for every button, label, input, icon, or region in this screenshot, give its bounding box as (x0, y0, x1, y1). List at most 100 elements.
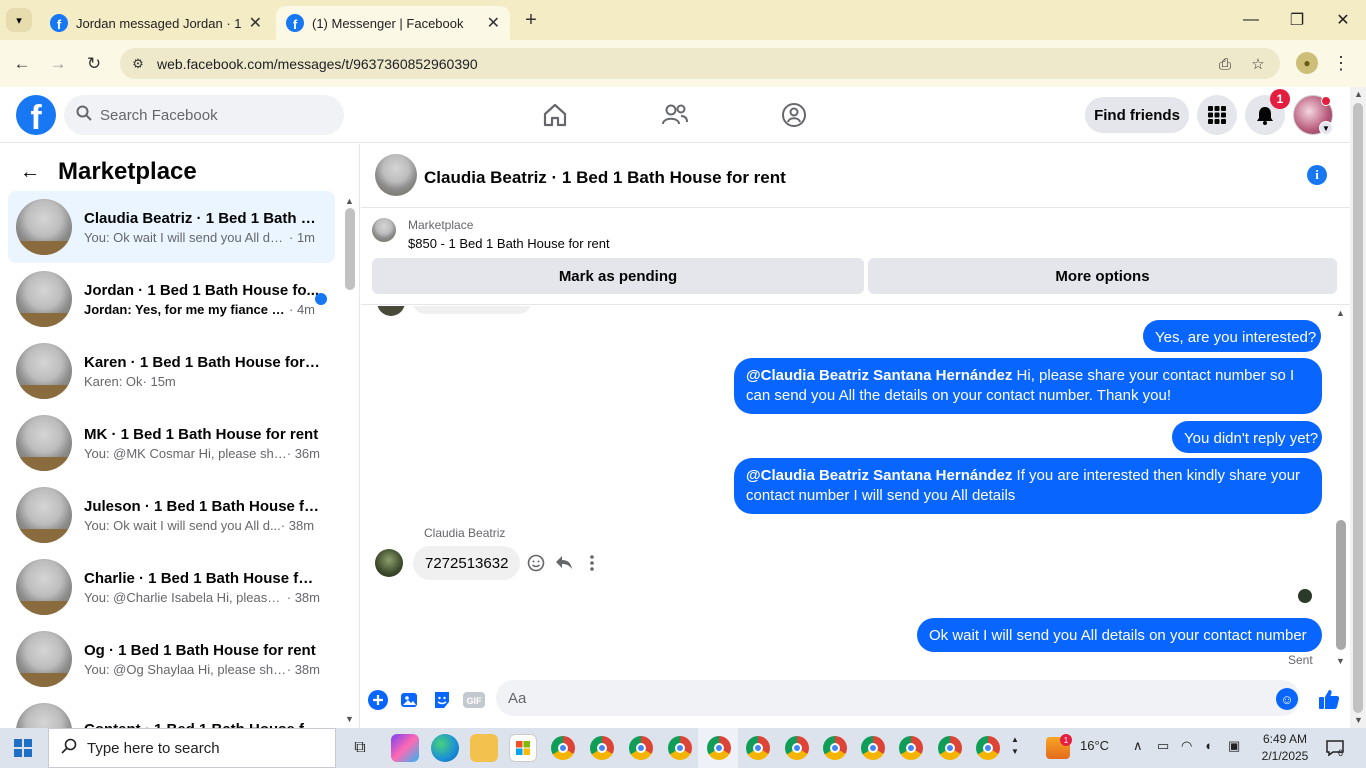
listing-price-title[interactable]: $850 - 1 Bed 1 Bath House for rent (408, 236, 610, 251)
site-info-icon[interactable]: ⚙ (128, 54, 148, 74)
conversation-item[interactable]: Juleson · 1 Bed 1 Bath House for... You: … (8, 479, 335, 551)
thumbs-up-icon[interactable] (1316, 686, 1342, 712)
outgoing-message[interactable]: @Claudia Beatriz Santana Hernández Hi, p… (734, 358, 1322, 414)
scroll-down-icon[interactable]: ▼ (1354, 715, 1363, 725)
info-icon[interactable]: i (1307, 165, 1327, 185)
browser-tab-messenger[interactable]: f (1) Messenger | Facebook ✕ (276, 6, 510, 40)
conversation-item[interactable]: Og · 1 Bed 1 Bath House for rent You: @Og… (8, 623, 335, 695)
groups-icon[interactable] (776, 97, 812, 133)
notification-center-icon[interactable]: 6 (1324, 737, 1346, 759)
outgoing-message[interactable]: You didn't reply yet? (1172, 421, 1322, 453)
scroll-down-icon[interactable]: ▼ (345, 714, 354, 724)
facebook-search[interactable] (64, 95, 344, 135)
scroll-down-icon[interactable]: ▼ (1336, 656, 1345, 666)
minimize-icon[interactable]: — (1236, 8, 1266, 32)
close-window-icon[interactable]: ✕ (1328, 8, 1358, 32)
chrome-icon[interactable] (938, 736, 962, 760)
chrome-icon[interactable] (551, 736, 575, 760)
react-emoji-icon[interactable] (524, 551, 548, 575)
chrome-icon[interactable] (861, 736, 885, 760)
display-icon[interactable]: ▣ (1228, 738, 1240, 754)
tab-search-button[interactable]: ▾ (6, 8, 32, 32)
sender-avatar[interactable] (375, 549, 403, 577)
message-input[interactable] (496, 680, 1300, 716)
scrollbar-thumb[interactable] (1353, 103, 1363, 713)
scroll-up-icon[interactable]: ▲ (1336, 308, 1345, 318)
scroll-up-icon[interactable]: ▲ (345, 196, 354, 206)
temperature[interactable]: 16°C (1080, 738, 1109, 753)
more-actions-icon[interactable] (580, 551, 604, 575)
chrome-icon[interactable] (899, 736, 923, 760)
conversation-item[interactable]: Jordan · 1 Bed 1 Bath House fo... Jordan:… (8, 263, 335, 335)
sidebar-scrollbar[interactable]: ▲ ▼ (343, 194, 359, 728)
scrollbar-thumb[interactable] (1336, 520, 1346, 650)
menu-grid-icon[interactable] (1197, 95, 1237, 135)
more-options-button[interactable]: More options (868, 258, 1337, 294)
show-hidden-icons-icon[interactable]: ∧ (1133, 738, 1143, 754)
chat-scrollbar[interactable]: ▲ ▼ (1333, 306, 1349, 671)
chat-title[interactable]: Claudia Beatriz · 1 Bed 1 Bath House for… (424, 168, 786, 188)
chrome-icon[interactable] (823, 736, 847, 760)
find-friends-button[interactable]: Find friends (1085, 97, 1189, 133)
browser-menu-icon[interactable]: ⋮ (1332, 51, 1350, 75)
photo-icon[interactable] (398, 688, 422, 712)
install-app-icon[interactable]: ⎙ (1214, 53, 1236, 75)
conversation-item[interactable]: Claudia Beatriz · 1 Bed 1 Bath H... You: … (8, 191, 335, 263)
chrome-icon[interactable] (976, 736, 1000, 760)
sticker-icon[interactable] (430, 688, 454, 712)
taskbar-overflow-icon[interactable]: ▲ ▼ (1011, 734, 1019, 758)
file-explorer-icon[interactable] (470, 734, 498, 762)
chrome-icon[interactable] (707, 736, 731, 760)
friends-icon[interactable] (657, 97, 693, 133)
conversation-item[interactable]: Karen · 1 Bed 1 Bath House for r... Karen… (8, 335, 335, 407)
page-scrollbar[interactable]: ▲ ▼ (1350, 87, 1366, 728)
close-tab-icon[interactable]: ✕ (487, 13, 500, 33)
address-bar[interactable]: ⚙ web.facebook.com/messages/t/9637360852… (120, 48, 1280, 79)
chrome-icon[interactable] (746, 736, 770, 760)
reply-icon[interactable] (552, 551, 576, 575)
microsoft-store-icon[interactable] (509, 734, 537, 762)
outgoing-message[interactable]: @Claudia Beatriz Santana Hernández If yo… (734, 458, 1322, 514)
chevron-down-icon[interactable]: ▼ (1319, 121, 1333, 135)
task-view-icon[interactable]: ⧉ (346, 734, 374, 762)
mention[interactable]: @Claudia Beatriz Santana Hernández (746, 467, 1012, 484)
chat-avatar[interactable] (375, 154, 417, 196)
taskbar-search[interactable]: Type here to search (48, 728, 336, 768)
chrome-icon[interactable] (785, 736, 809, 760)
back-icon[interactable]: ← (10, 52, 34, 76)
bookmark-star-icon[interactable]: ☆ (1247, 53, 1269, 75)
browser-profile-icon[interactable]: ● (1296, 52, 1318, 74)
scrollbar-thumb[interactable] (345, 208, 355, 290)
facebook-logo[interactable]: f (16, 95, 56, 135)
chrome-icon[interactable] (590, 736, 614, 760)
conversation-item[interactable]: MK · 1 Bed 1 Bath House for rent You: @MK… (8, 407, 335, 479)
system-clock[interactable]: 6:49 AM 2/1/2025 (1257, 731, 1313, 765)
mention[interactable]: @Claudia Beatriz Santana Hernández (746, 367, 1012, 384)
copilot-icon[interactable] (391, 734, 419, 762)
gif-icon[interactable]: GIF (462, 688, 486, 712)
browser-tab-jordan[interactable]: f Jordan messaged Jordan · 1 Be ✕ (40, 6, 272, 40)
search-input[interactable] (100, 106, 320, 124)
forward-icon[interactable]: → (46, 52, 70, 76)
plus-circle-icon[interactable] (366, 688, 390, 712)
outgoing-message[interactable]: Yes, are you interested? (1143, 320, 1321, 352)
incoming-message[interactable]: 7272513632 (413, 546, 521, 580)
volume-icon[interactable]: ◖ (1204, 738, 1212, 753)
conversation-item[interactable]: Charlie · 1 Bed 1 Bath House for ... You:… (8, 551, 335, 623)
chrome-icon[interactable] (629, 736, 653, 760)
scroll-up-icon[interactable]: ▲ (1354, 89, 1363, 99)
new-tab-icon[interactable]: + (520, 8, 542, 32)
mark-as-pending-button[interactable]: Mark as pending (372, 258, 864, 294)
outgoing-message[interactable]: Ok wait I will send you All details on y… (917, 618, 1322, 652)
wifi-icon[interactable]: ◠ (1181, 738, 1192, 754)
home-icon[interactable] (537, 97, 573, 133)
listing-thumbnail[interactable] (372, 218, 396, 242)
edge-browser-icon[interactable] (431, 734, 459, 762)
reload-icon[interactable]: ↻ (82, 52, 106, 76)
windows-start-icon[interactable] (14, 739, 32, 757)
battery-icon[interactable]: ▭ (1157, 738, 1169, 754)
restore-icon[interactable]: ❐ (1282, 8, 1312, 32)
emoji-icon[interactable]: ☺ (1276, 688, 1298, 710)
chrome-icon[interactable] (668, 736, 692, 760)
close-tab-icon[interactable]: ✕ (249, 13, 262, 33)
